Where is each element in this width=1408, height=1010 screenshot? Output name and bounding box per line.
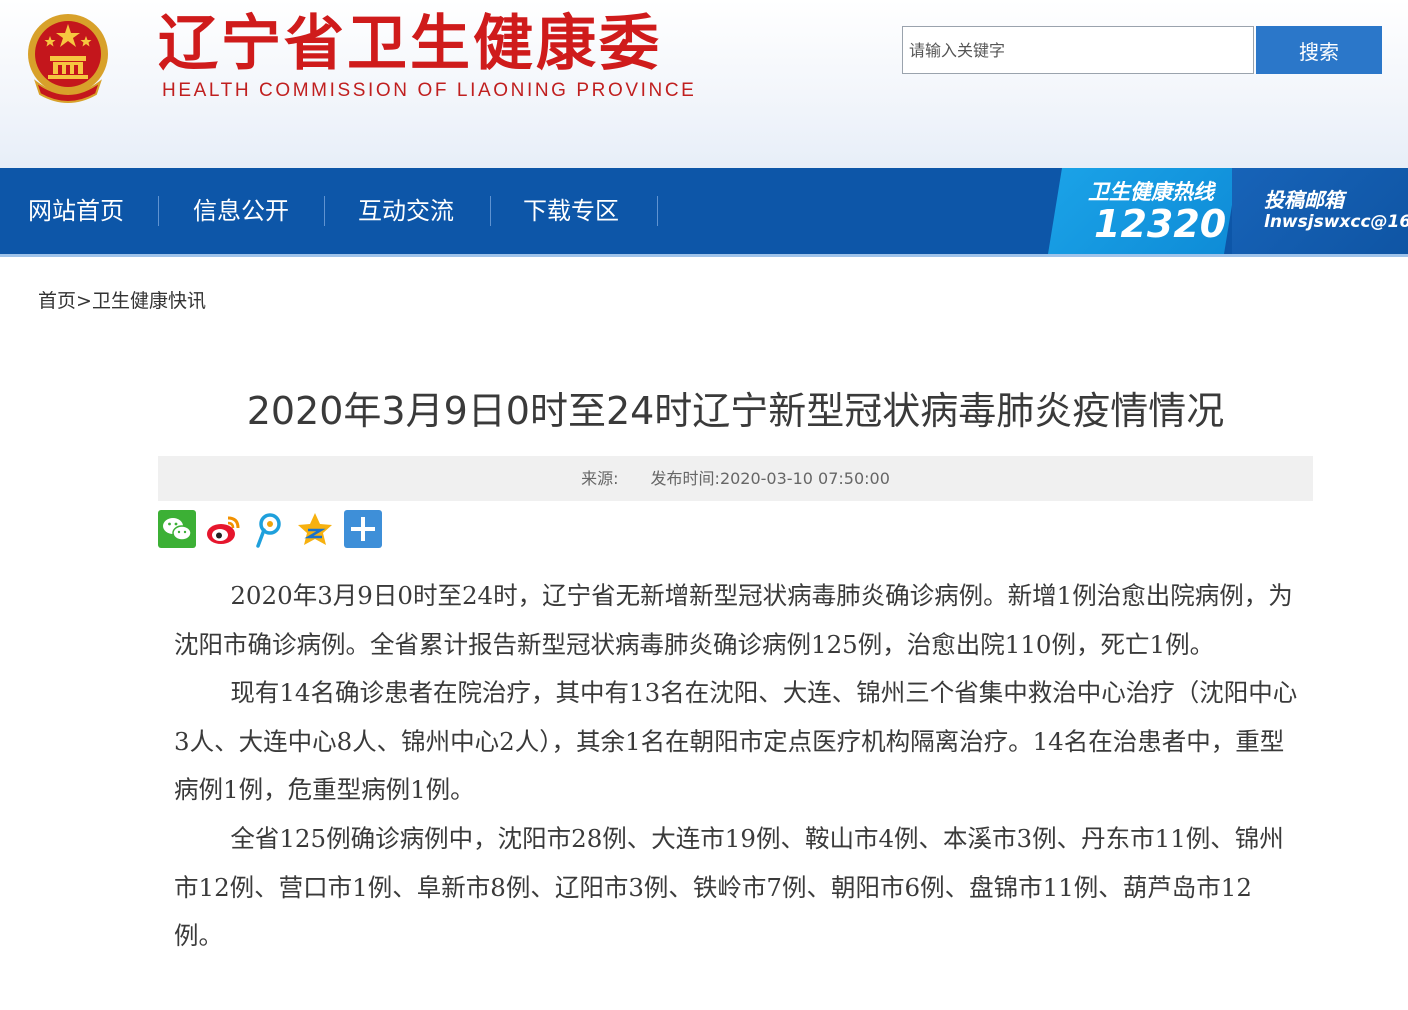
weibo-icon[interactable]	[204, 510, 242, 548]
hotline-banner[interactable]: 卫生健康热线 12320	[1048, 168, 1238, 254]
article-paragraph: 2020年3月9日0时至24时，辽宁省无新增新型冠状病毒肺炎确诊病例。新增1例治…	[174, 581, 1293, 659]
breadcrumb-current-link[interactable]: 卫生健康快讯	[92, 290, 206, 312]
publish-time: 2020-03-10 07:50:00	[719, 469, 890, 488]
mail-label: 投稿邮箱	[1264, 188, 1344, 212]
search-input[interactable]	[902, 26, 1254, 74]
article-body: 2020年3月9日0时至24时，辽宁省无新增新型冠状病毒肺炎确诊病例。新增1例治…	[174, 572, 1299, 961]
article-meta: 来源: 发布时间:2020-03-10 07:50:00	[158, 456, 1313, 501]
site-title: 辽宁省卫生健康委	[158, 9, 662, 79]
site-subtitle: HEALTH COMMISSION OF LIAONING PROVINCE	[162, 80, 697, 101]
article-paragraph: 全省125例确诊病例中，沈阳市28例、大连市19例、鞍山市4例、本溪市3例、丹东…	[174, 823, 1284, 951]
breadcrumb-separator: >	[76, 290, 92, 312]
nav-item-home[interactable]: 网站首页	[28, 168, 124, 254]
nav-item-info-disclosure[interactable]: 信息公开	[193, 168, 289, 254]
breadcrumb-home-link[interactable]: 首页	[38, 290, 76, 312]
qzone-icon[interactable]	[296, 510, 334, 548]
breadcrumb: 首页>卫生健康快讯	[38, 286, 206, 313]
nav-divider	[490, 196, 491, 226]
tencent-weibo-icon[interactable]	[250, 510, 288, 548]
wechat-icon[interactable]	[158, 510, 196, 548]
nav-item-interaction[interactable]: 互动交流	[358, 168, 454, 254]
article-paragraph: 现有14名确诊患者在院治疗，其中有13名在沈阳、大连、锦州三个省集中救治中心治疗…	[174, 678, 1298, 805]
site-header: 辽宁省卫生健康委 HEALTH COMMISSION OF LIAONING P…	[0, 0, 1408, 168]
nav-divider	[657, 196, 658, 226]
article-title: 2020年3月9日0时至24时辽宁新型冠状病毒肺炎疫情情况	[246, 389, 1225, 433]
source-label: 来源:	[581, 469, 619, 488]
publish-label: 发布时间:	[650, 469, 720, 488]
national-emblem-icon[interactable]	[22, 10, 114, 106]
nav-item-downloads[interactable]: 下载专区	[523, 168, 619, 254]
nav-divider	[324, 196, 325, 226]
search-button[interactable]: 搜索	[1256, 26, 1382, 74]
mail-address: lnwsjswxcc@163.com	[1264, 212, 1408, 232]
hotline-number: 12320	[1094, 202, 1227, 246]
more-share-icon[interactable]	[344, 510, 382, 548]
nav-divider	[158, 196, 159, 226]
submission-mail-banner[interactable]: 投稿邮箱 lnwsjswxcc@163.com	[1232, 168, 1408, 254]
